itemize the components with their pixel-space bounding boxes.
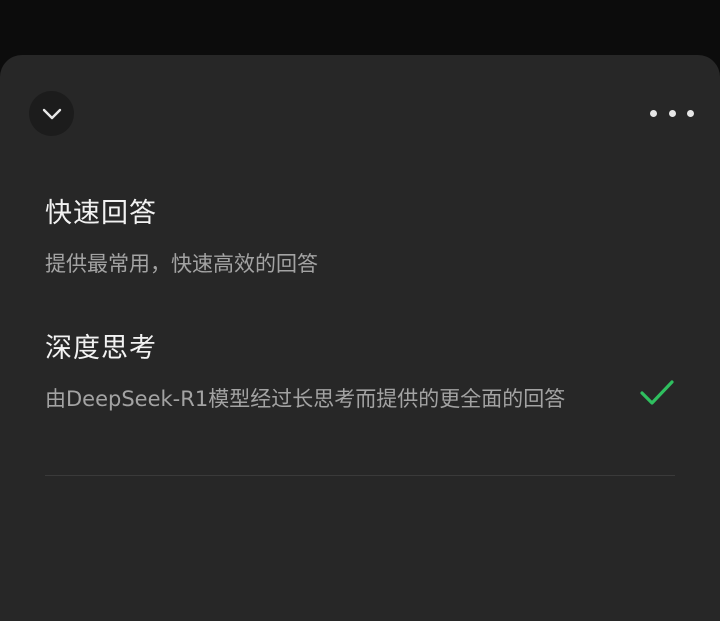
checkmark-icon [640,380,674,405]
divider [45,475,675,476]
collapse-button[interactable] [29,91,74,136]
chevron-down-icon [42,108,61,119]
more-horizontal-icon [650,109,657,117]
option-description: 提供最常用，快速高效的回答 [45,252,318,276]
more-options-button[interactable] [650,99,694,127]
option-title: 快速回答 [45,198,157,229]
option-fast-answer[interactable]: 快速回答 提供最常用，快速高效的回答 [45,197,675,281]
mode-select-sheet: 快速回答 提供最常用，快速高效的回答 深度思考 由DeepSeek-R1模型经过… [0,55,720,621]
more-horizontal-icon [668,109,676,117]
more-horizontal-icon [687,109,694,117]
option-description: 由DeepSeek-R1模型经过长思考而提供的更全面的回答 [45,387,566,411]
option-deep-thinking[interactable]: 深度思考 由DeepSeek-R1模型经过长思考而提供的更全面的回答 [45,332,675,416]
option-title: 深度思考 [45,333,157,364]
